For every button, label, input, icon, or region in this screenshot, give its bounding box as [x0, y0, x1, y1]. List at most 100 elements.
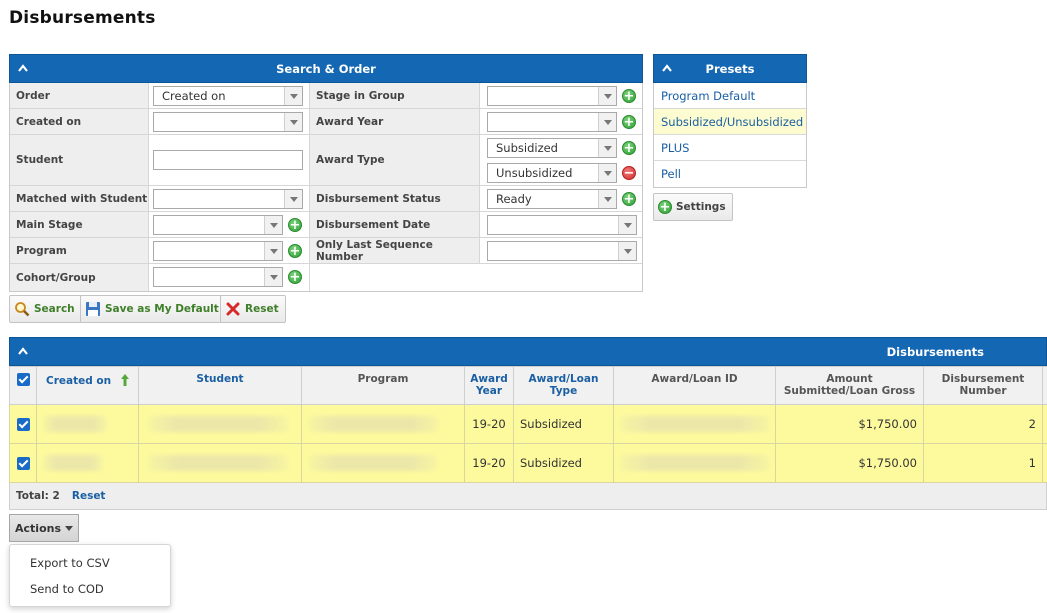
matched-select[interactable] — [153, 189, 303, 209]
disbursement-status-label: Disbursement Status — [309, 186, 480, 211]
disbursement-status-select[interactable]: Ready — [487, 189, 617, 209]
add-icon[interactable]: + — [288, 270, 302, 284]
cell-student[interactable] — [138, 404, 302, 444]
redacted-text — [620, 455, 770, 471]
row-select-cell[interactable] — [9, 443, 37, 483]
cohort-label: Cohort/Group — [10, 264, 149, 291]
reset-button[interactable]: Reset — [220, 295, 286, 323]
menu-item-export-csv[interactable]: Export to CSV — [10, 550, 170, 576]
preset-list: Program Default Subsidized/Unsubsidized … — [653, 83, 807, 188]
student-label: Student — [10, 135, 149, 185]
menu-item-send-cod[interactable]: Send to COD — [10, 576, 170, 602]
disbursements-title: Disbursements — [886, 345, 984, 359]
award-year-label: Award Year — [309, 109, 480, 134]
grid-reset-link[interactable]: Reset — [72, 490, 106, 502]
table-row[interactable]: 19-20 Subsidized $1,750.00 2 — [9, 404, 1047, 444]
redacted-text — [620, 416, 770, 432]
chevron-down-icon — [598, 113, 616, 131]
preset-plus[interactable]: PLUS — [654, 135, 806, 161]
cell-overflow — [1042, 404, 1047, 444]
award-year-select[interactable] — [487, 112, 617, 132]
add-icon: + — [658, 200, 672, 215]
row-main-stage: Main Stage + Disbursement Date — [10, 212, 642, 238]
actions-menu: Export to CSV Send to COD — [9, 544, 171, 607]
col-created-on-label: Created on — [46, 375, 112, 387]
chevron-down-icon — [264, 242, 282, 260]
col-disb-number-label-2: Number — [959, 385, 1007, 397]
search-order-title: Search & Order — [276, 62, 376, 76]
cell-amount: $1,750.00 — [775, 443, 924, 483]
order-label: Order — [10, 83, 149, 108]
col-award-year[interactable]: Award Year — [464, 366, 514, 405]
table-row[interactable]: 19-20 Subsidized $1,750.00 1 — [9, 443, 1047, 483]
preset-program-default[interactable]: Program Default — [654, 83, 806, 109]
table-header-row: Created on Student Program Award Year Aw… — [9, 366, 1047, 405]
save-default-button[interactable]: Save as My Default — [80, 295, 226, 323]
order-select[interactable]: Created on — [153, 86, 303, 106]
cell-student[interactable] — [138, 443, 302, 483]
select-all-checkbox[interactable] — [16, 373, 30, 386]
preset-pell[interactable]: Pell — [654, 161, 806, 187]
disbursements-grid-panel: Disbursements Created on Student Program… — [9, 337, 1047, 510]
row-created-on: Created on Award Year + — [10, 109, 642, 135]
disbursements-table: Created on Student Program Award Year Aw… — [9, 366, 1047, 483]
add-icon[interactable]: + — [288, 244, 302, 258]
award-type-select-1[interactable]: Subsidized — [487, 138, 617, 158]
redacted-text — [148, 455, 288, 471]
award-type-label: Award Type — [309, 135, 480, 185]
col-student[interactable]: Student — [138, 366, 302, 405]
search-order-header[interactable]: Search & Order — [9, 54, 643, 83]
main-stage-select[interactable] — [153, 215, 283, 235]
stage-in-group-select[interactable] — [487, 86, 617, 106]
col-overflow — [1042, 366, 1047, 405]
add-icon[interactable]: + — [622, 89, 636, 103]
collapse-icon[interactable] — [18, 347, 28, 355]
row-checkbox[interactable] — [16, 457, 30, 470]
only-last-sequence-select[interactable] — [487, 241, 637, 261]
program-select[interactable] — [153, 241, 283, 261]
col-program: Program — [301, 366, 465, 405]
total-count: Total: 2 — [16, 490, 60, 502]
add-icon[interactable]: + — [288, 218, 302, 232]
cohort-select[interactable] — [153, 267, 283, 287]
preset-subsidized-unsubsidized[interactable]: Subsidized/Unsubsidized — [654, 109, 806, 135]
presets-panel: Presets Program Default Subsidized/Unsub… — [653, 54, 807, 188]
award-type-select-2[interactable]: Unsubsidized — [487, 163, 617, 183]
order-value: Created on — [162, 89, 226, 103]
caret-down-icon — [65, 525, 73, 531]
cell-program — [301, 443, 465, 483]
remove-icon[interactable]: − — [622, 166, 636, 180]
chevron-down-icon — [284, 113, 302, 131]
col-amount: Amount Submitted/Loan Gross — [775, 366, 924, 405]
created-on-select[interactable] — [153, 112, 303, 132]
add-icon[interactable]: + — [622, 141, 636, 155]
chevron-down-icon — [264, 268, 282, 286]
settings-button[interactable]: + Settings — [653, 193, 733, 221]
col-award-loan-type[interactable]: Award/Loan Type — [513, 366, 614, 405]
redacted-text — [309, 455, 437, 471]
search-button[interactable]: Search — [9, 295, 82, 323]
chevron-down-icon — [618, 242, 636, 260]
award-type-value-1: Subsidized — [496, 141, 558, 155]
chevron-down-icon — [284, 87, 302, 105]
sort-ascending-icon — [120, 374, 129, 386]
disbursement-status-value: Ready — [496, 192, 532, 206]
add-icon[interactable]: + — [622, 115, 636, 129]
disbursements-header[interactable]: Disbursements — [9, 337, 1047, 366]
student-input[interactable] — [153, 150, 303, 170]
col-created-on[interactable]: Created on — [36, 366, 139, 405]
presets-header[interactable]: Presets — [653, 54, 807, 83]
row-checkbox[interactable] — [16, 418, 30, 431]
add-icon[interactable]: + — [622, 192, 636, 206]
close-icon — [226, 302, 240, 316]
actions-button[interactable]: Actions — [9, 514, 79, 542]
actions-label: Actions — [15, 521, 61, 535]
search-order-panel: Search & Order Order Created on Stage in… — [9, 54, 643, 292]
select-all-cell[interactable] — [9, 366, 37, 405]
grid-footer: Total: 2 Reset — [9, 483, 1047, 510]
redacted-text — [309, 416, 439, 432]
disbursement-date-select[interactable] — [487, 215, 637, 235]
row-select-cell[interactable] — [9, 404, 37, 444]
stage-in-group-label: Stage in Group — [309, 83, 480, 108]
cell-award-loan-id — [613, 404, 776, 444]
